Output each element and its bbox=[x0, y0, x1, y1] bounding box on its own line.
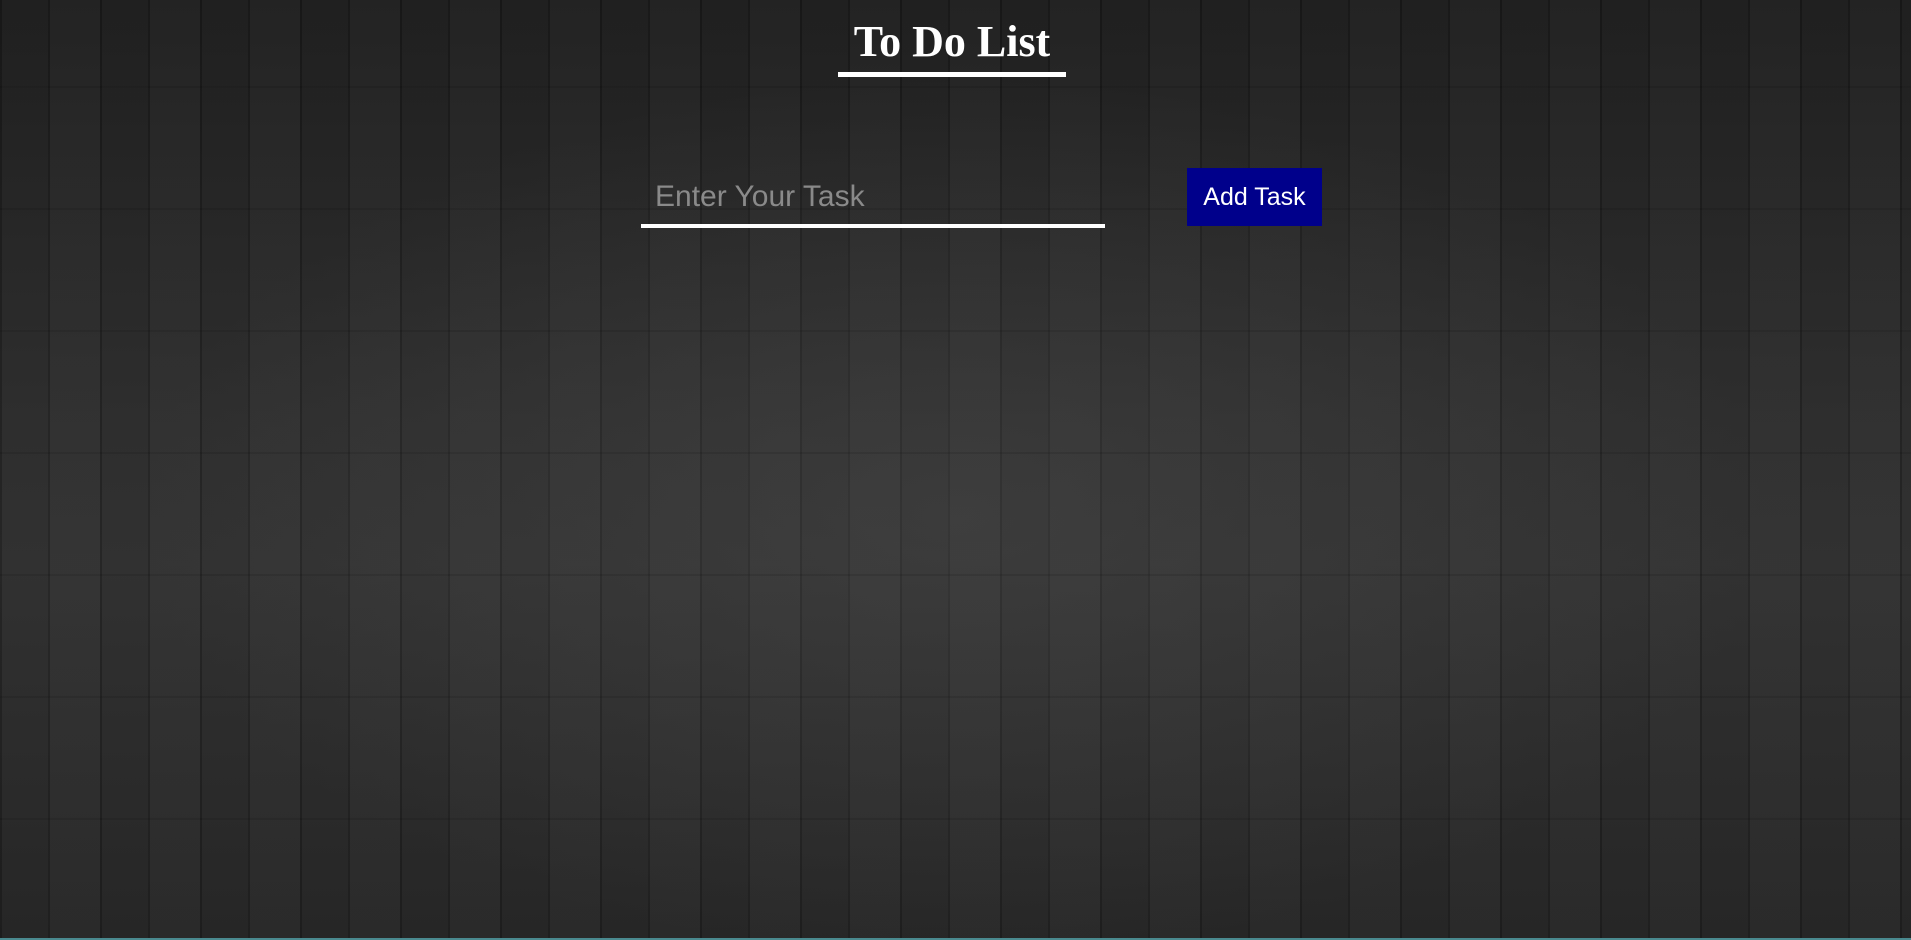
task-input[interactable] bbox=[641, 170, 1105, 228]
add-task-button[interactable]: Add Task bbox=[1187, 168, 1322, 226]
todo-app: To Do List Add Task bbox=[0, 0, 1911, 940]
page-title: To Do List bbox=[838, 14, 1066, 77]
